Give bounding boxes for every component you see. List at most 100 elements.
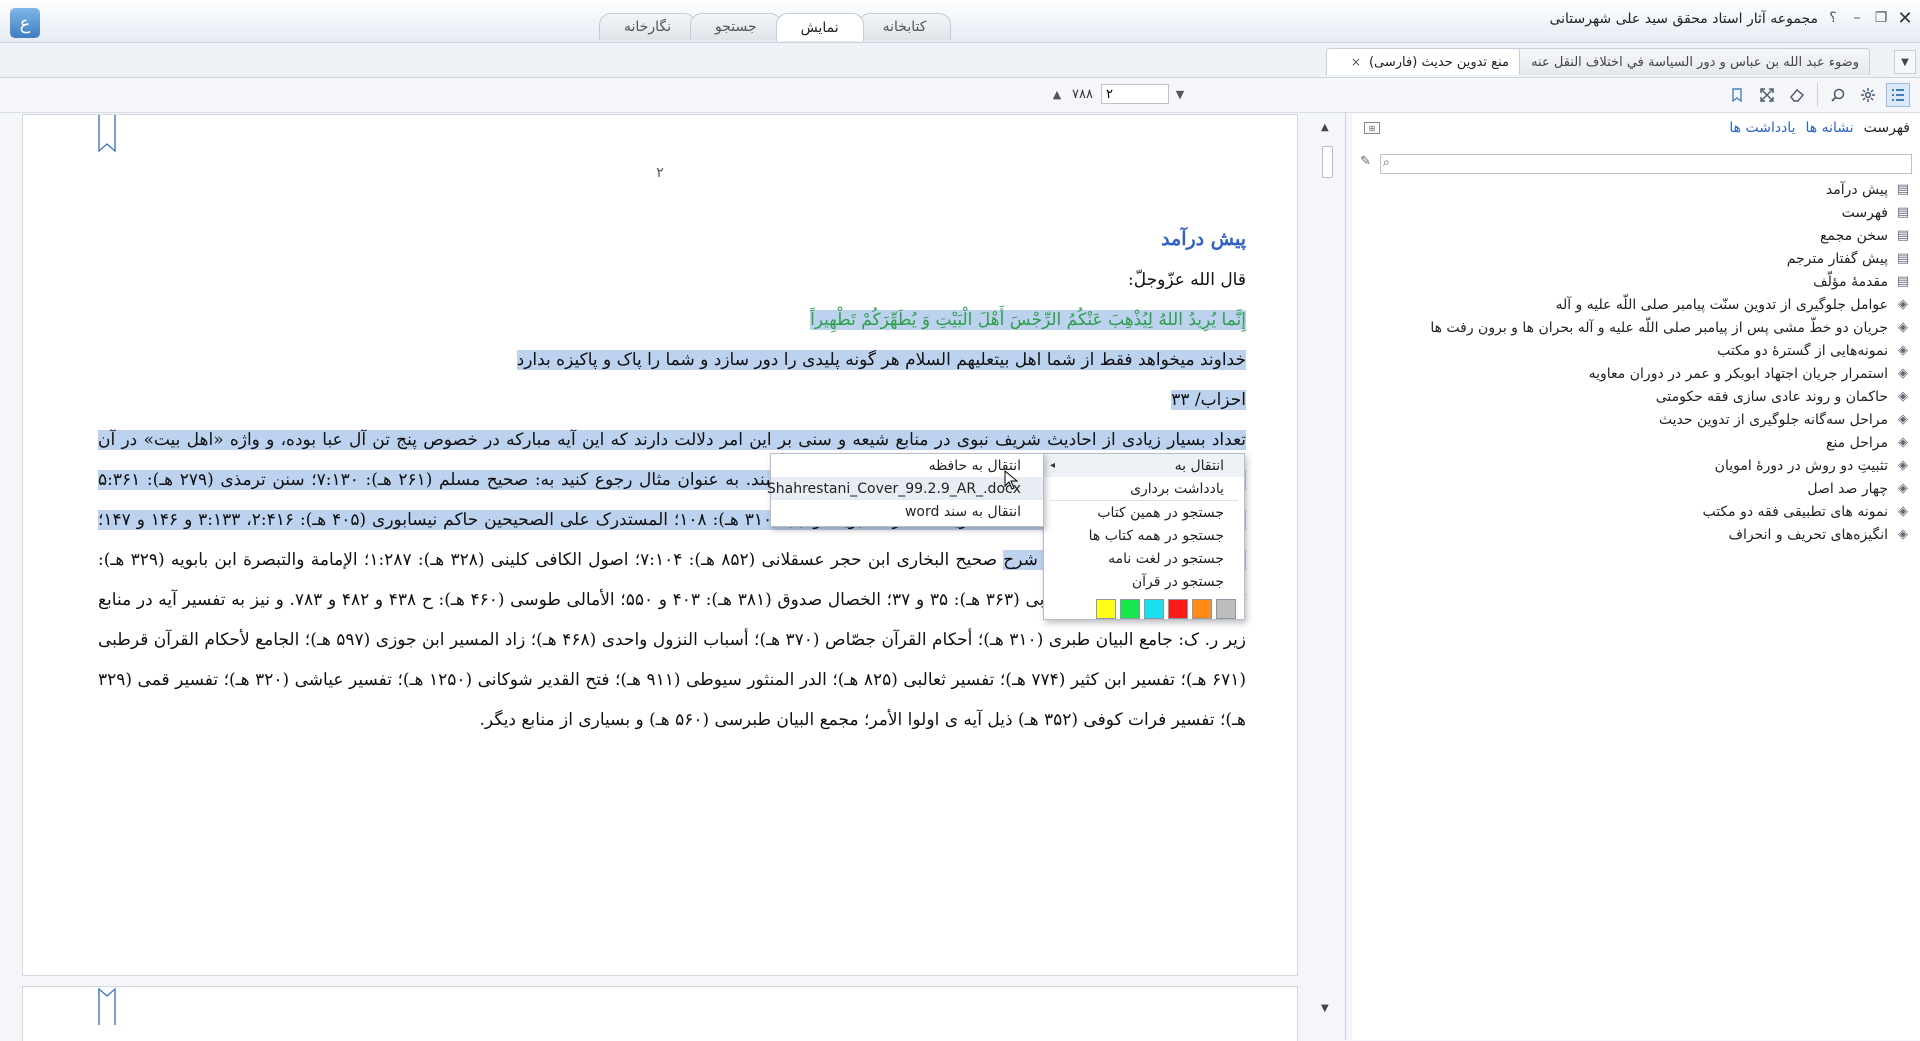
doc-tab-label: وضوء عبد الله بن عباس و دور السياسة في ا… bbox=[1531, 54, 1859, 70]
page-bookmark-icon[interactable] bbox=[98, 115, 116, 153]
transfer-submenu: انتقال به حافظه Shahrestani_Cover_99.2.9… bbox=[767, 453, 1044, 527]
app-logo[interactable]: ع bbox=[10, 8, 40, 38]
toc-item[interactable]: ▤ پیش درآمد bbox=[1430, 178, 1910, 201]
scroll-down-icon[interactable]: ▼ bbox=[1321, 1003, 1329, 1014]
folder-icon: ◈ bbox=[1898, 481, 1908, 496]
toc-item-label: چهار صد اصل bbox=[1807, 480, 1888, 497]
restore-button[interactable]: ❐ bbox=[1872, 9, 1890, 27]
folder-icon: ◈ bbox=[1898, 458, 1908, 473]
toc-item-label: مراحل منع bbox=[1826, 434, 1888, 451]
toc-item[interactable]: ◈ نمونه‌هایی از گسترهٔ دو مکتب bbox=[1430, 339, 1910, 362]
help-button[interactable]: ؟ bbox=[1824, 9, 1842, 27]
intro-line: قال الله عزّوجلّ: bbox=[1128, 270, 1246, 290]
menu-item-target-document[interactable]: Shahrestani_Cover_99.2.9_AR_.docx bbox=[767, 477, 1043, 500]
document-scrollbar[interactable]: ▲ ▼ bbox=[1318, 114, 1336, 1014]
menu-item-label: جستجو در همه کتاب ها bbox=[1088, 527, 1224, 544]
title-bar: ع نگارخانه جستجو نمایش کتابخانه مجموعه آ… bbox=[0, 0, 1920, 43]
settings-icon[interactable] bbox=[1856, 83, 1880, 107]
toc-item[interactable]: ▤ فهرست bbox=[1430, 201, 1910, 224]
eraser-icon[interactable] bbox=[1785, 83, 1809, 107]
toc-item[interactable]: ◈ مراحل سه‌گانه جلوگیری از تدوین حدیث bbox=[1430, 408, 1910, 431]
highlight-cyan-swatch[interactable] bbox=[1144, 599, 1164, 619]
page-navigator: ▲ ۷۸۸ ▼ bbox=[1050, 84, 1187, 104]
toc-search-input[interactable] bbox=[1399, 155, 1908, 173]
toc-item[interactable]: ◈ جریان دو خطّ مشی پس از پیامبر صلی اللّه… bbox=[1430, 316, 1910, 339]
scroll-thumb[interactable] bbox=[1322, 146, 1333, 178]
page-bookmark-icon[interactable] bbox=[98, 987, 116, 1025]
folder-icon: ◈ bbox=[1898, 504, 1908, 519]
menu-item-search-all-books[interactable]: جستجو در همه کتاب ها bbox=[1044, 524, 1244, 547]
menu-item-transfer-to[interactable]: انتقال به ◂ bbox=[1044, 454, 1244, 477]
page-icon: ▤ bbox=[1896, 205, 1910, 220]
folder-icon: ◈ bbox=[1898, 435, 1908, 450]
highlight-gray-swatch[interactable] bbox=[1216, 599, 1236, 619]
pin-icon[interactable]: ✎ bbox=[1360, 154, 1371, 169]
bookmark-icon[interactable] bbox=[1725, 83, 1749, 107]
highlight-yellow-swatch[interactable] bbox=[1096, 599, 1116, 619]
toc-item[interactable]: ▤ مقدمهٔ مؤلّف bbox=[1430, 270, 1910, 293]
scroll-up-icon[interactable]: ▲ bbox=[1321, 122, 1329, 133]
tab-search[interactable]: جستجو bbox=[689, 13, 782, 40]
toc-item[interactable]: ◈ چهار صد اصل bbox=[1430, 477, 1910, 500]
tabs-dropdown-button[interactable]: ▼ bbox=[1894, 50, 1916, 74]
toc-item[interactable]: ◈ مراحل منع bbox=[1430, 431, 1910, 454]
folder-icon: ◈ bbox=[1898, 366, 1908, 381]
quran-verse: إِنَّما يُرِيدُ اللهُ لِيُذْهِبَ عَنْكُم… bbox=[810, 310, 1246, 330]
toc-item-label: حاکمان و روند عادی سازی فقه حکومتی bbox=[1655, 388, 1888, 405]
side-panel: ⊞ فهرست نشانه ها یادداشت ها ✎ ⌕ ▤ پیش درآ… bbox=[1352, 114, 1920, 1040]
close-window-button[interactable]: ✕ bbox=[1896, 8, 1914, 29]
page-number: ۲ bbox=[656, 165, 664, 181]
fullscreen-icon[interactable] bbox=[1755, 83, 1779, 107]
page-number-input[interactable] bbox=[1100, 84, 1169, 104]
folder-icon: ◈ bbox=[1898, 389, 1908, 404]
toc-item[interactable]: ▤ پیش گفتار مترجم bbox=[1430, 247, 1910, 270]
panel-toggle-icon[interactable]: ⊞ bbox=[1364, 122, 1380, 134]
tab-view[interactable]: نمایش bbox=[775, 13, 864, 41]
menu-item-search-dictionary[interactable]: جستجو در لغت نامه bbox=[1044, 547, 1244, 570]
minimize-button[interactable]: – bbox=[1848, 9, 1866, 27]
search-icon: ⌕ bbox=[1383, 155, 1390, 169]
window-controls: ؟ – ❐ ✕ bbox=[1824, 8, 1914, 29]
chevron-down-icon: ▼ bbox=[1901, 56, 1909, 68]
page-icon: ▤ bbox=[1896, 251, 1910, 266]
toc-item[interactable]: ◈ حاکمان و روند عادی سازی فقه حکومتی bbox=[1430, 385, 1910, 408]
toc-item[interactable]: ◈ تثبیتِ دو روش در دورهٔ امویان bbox=[1430, 454, 1910, 477]
highlight-orange-swatch[interactable] bbox=[1192, 599, 1212, 619]
toc-icon[interactable] bbox=[1886, 83, 1910, 107]
context-menu: انتقال به ◂ یادداشت برداری جستجو در همین… bbox=[1043, 453, 1245, 620]
menu-item-search-quran[interactable]: جستجو در قرآن bbox=[1044, 570, 1244, 593]
folder-icon: ◈ bbox=[1898, 320, 1908, 335]
app-title: مجموعه آثار استاد محقق سید علی شهرستانی bbox=[1549, 11, 1818, 27]
toc-item[interactable]: ◈ استمرار جریان اجتهاد ابوبکر و عمر در دو… bbox=[1430, 362, 1910, 385]
menu-item-take-note[interactable]: یادداشت برداری bbox=[1044, 477, 1244, 500]
toc-item-label: تثبیتِ دو روش در دورهٔ امویان bbox=[1714, 457, 1888, 474]
toc-item[interactable]: ▤ سخن مجمع bbox=[1430, 224, 1910, 247]
toc-item-label: نمونه های تطبیقی فقه دو مکتب bbox=[1702, 503, 1888, 520]
highlight-red-swatch[interactable] bbox=[1168, 599, 1188, 619]
toc-item[interactable]: ◈ نمونه های تطبیقی فقه دو مکتب bbox=[1430, 500, 1910, 523]
search-icon[interactable] bbox=[1826, 83, 1850, 107]
previous-page-icon[interactable]: ▲ bbox=[1050, 88, 1064, 101]
page-icon: ▤ bbox=[1896, 182, 1910, 197]
document-tabs-bar: وضوء عبد الله بن عباس و دور السياسة في ا… bbox=[0, 43, 1920, 78]
next-page-icon[interactable]: ▼ bbox=[1173, 88, 1187, 101]
toc-item[interactable]: ◈ عوامل جلوگیری از تدوین سنّت پیامبر صلی … bbox=[1430, 293, 1910, 316]
menu-item-copy-to-memory[interactable]: انتقال به حافظه bbox=[771, 454, 1043, 477]
doc-tab-hadith[interactable]: منع تدوین حدیث (فارسی) × bbox=[1326, 48, 1520, 75]
menu-item-label: جستجو در همین کتاب bbox=[1097, 504, 1224, 521]
main-tabs: نگارخانه جستجو نمایش کتابخانه bbox=[599, 13, 952, 41]
menu-item-label: Shahrestani_Cover_99.2.9_AR_.docx bbox=[766, 480, 1021, 497]
highlight-green-swatch[interactable] bbox=[1120, 599, 1140, 619]
close-icon[interactable]: × bbox=[1351, 55, 1361, 69]
toc-item[interactable]: ◈ انگیزه‌های تحریف و انحراف bbox=[1430, 523, 1910, 546]
pane-splitter[interactable] bbox=[1345, 112, 1346, 1040]
tab-gallery[interactable]: نگارخانه bbox=[599, 13, 696, 40]
toc-item-label: مراحل سه‌گانه جلوگیری از تدوین حدیث bbox=[1658, 411, 1888, 428]
menu-item-search-this-book[interactable]: جستجو در همین کتاب bbox=[1044, 501, 1244, 524]
tab-contents[interactable]: فهرست bbox=[1864, 120, 1910, 136]
tab-library[interactable]: کتابخانه bbox=[857, 13, 952, 40]
doc-tab-wudu[interactable]: وضوء عبد الله بن عباس و دور السياسة في ا… bbox=[1508, 48, 1870, 75]
tab-bookmarks[interactable]: نشانه ها bbox=[1805, 120, 1853, 136]
menu-item-transfer-to-word[interactable]: انتقال به سند word bbox=[771, 500, 1043, 523]
tab-notes[interactable]: یادداشت ها bbox=[1729, 120, 1795, 136]
